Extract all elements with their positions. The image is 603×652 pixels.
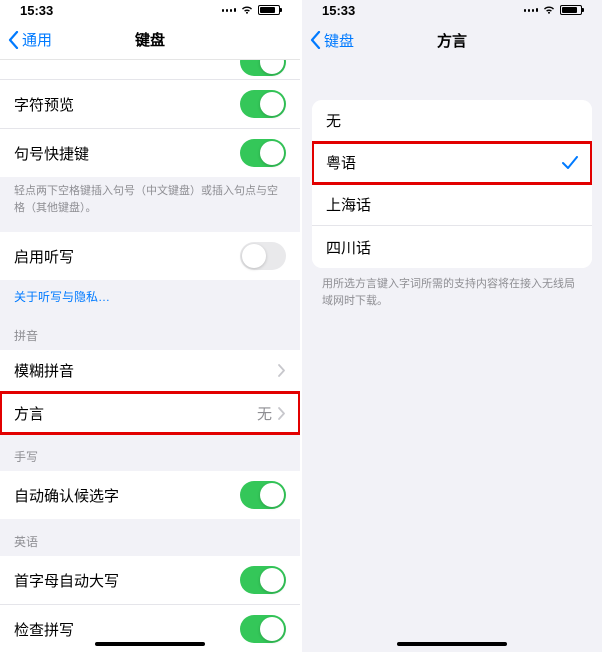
toggle-switch[interactable] [240, 242, 286, 270]
status-icons [222, 5, 280, 15]
row-label: 句号快捷键 [14, 143, 89, 164]
status-time: 15:33 [20, 3, 53, 18]
back-label: 键盘 [324, 30, 354, 51]
home-indicator [95, 642, 205, 646]
row-option-none[interactable]: 无 [312, 100, 592, 142]
right-screen: 15:33 键盘 方言 无 粤语 上海话 四川话 [302, 0, 602, 652]
back-button[interactable]: 通用 [8, 29, 52, 50]
row-label: 四川话 [326, 237, 371, 258]
toggle-switch[interactable] [240, 481, 286, 509]
row-label: 检查拼写 [14, 619, 74, 640]
row-option-sichuan[interactable]: 四川话 [312, 226, 592, 268]
cellular-icon [524, 8, 538, 12]
row-period-shortcut[interactable]: 句号快捷键 [0, 129, 300, 177]
status-bar: 15:33 [0, 0, 300, 20]
group-dictation: 启用听写 [0, 232, 300, 280]
row-label: 上海话 [326, 194, 371, 215]
group-handwriting: 自动确认候选字 [0, 471, 300, 519]
left-screen: 15:33 通用 键盘 字符预览 句号快捷键 轻点两下空格键插入句号（中 [0, 0, 300, 652]
row-dialect[interactable]: 方言 无 [0, 392, 300, 434]
group-english: 首字母自动大写 检查拼写 输入预测 滑行键入时逐词删除 [0, 556, 300, 652]
row-option-cantonese[interactable]: 粤语 [312, 142, 592, 184]
row-accessory [278, 364, 286, 377]
status-time: 15:33 [322, 3, 355, 18]
nav-bar: 键盘 方言 [302, 20, 602, 60]
group-keyboard-options: 字符预览 句号快捷键 [0, 80, 300, 177]
footer-text: 轻点两下空格键插入句号（中文键盘）或插入句点与空格（其他键盘）。 [0, 177, 300, 222]
content: 字符预览 句号快捷键 轻点两下空格键插入句号（中文键盘）或插入句点与空格（其他键… [0, 60, 300, 652]
chevron-left-icon [8, 31, 19, 49]
toggle-switch[interactable] [240, 60, 286, 76]
home-indicator [397, 642, 507, 646]
row-accessory: 无 [257, 403, 286, 424]
row-dictation[interactable]: 启用听写 [0, 232, 300, 280]
row-label: 自动确认候选字 [14, 485, 119, 506]
toggle-switch[interactable] [240, 139, 286, 167]
row-auto-cap[interactable]: 首字母自动大写 [0, 556, 300, 605]
row-label: 首字母自动大写 [14, 570, 119, 591]
check-icon [562, 156, 578, 170]
row-label: 字符预览 [14, 94, 74, 115]
partial-row [0, 60, 300, 80]
toggle-switch[interactable] [240, 90, 286, 118]
back-label: 通用 [22, 29, 52, 50]
battery-icon [258, 5, 280, 15]
section-header-pinyin: 拼音 [0, 313, 300, 350]
cellular-icon [222, 8, 236, 12]
wifi-icon [240, 5, 254, 15]
row-label: 方言 [14, 403, 44, 424]
row-label: 无 [326, 110, 341, 131]
status-icons [524, 5, 582, 15]
section-header-english: 英语 [0, 519, 300, 556]
status-bar: 15:33 [302, 0, 602, 20]
content: 无 粤语 上海话 四川话 用所选方言键入字词所需的支持内容将在接入无线局域网时下… [302, 60, 602, 317]
group-dialect-options: 无 粤语 上海话 四川话 [312, 100, 592, 268]
row-option-shanghainese[interactable]: 上海话 [312, 184, 592, 226]
group-pinyin: 模糊拼音 方言 无 [0, 350, 300, 434]
toggle-switch[interactable] [240, 615, 286, 643]
wifi-icon [542, 5, 556, 15]
row-fuzzy-pinyin[interactable]: 模糊拼音 [0, 350, 300, 392]
detail-value: 无 [257, 403, 272, 424]
toggle-switch[interactable] [240, 566, 286, 594]
chevron-right-icon [278, 364, 286, 377]
row-char-preview[interactable]: 字符预览 [0, 80, 300, 129]
row-label: 启用听写 [14, 246, 74, 267]
back-button[interactable]: 键盘 [310, 30, 354, 51]
dictation-privacy-link[interactable]: 关于听写与隐私… [0, 280, 300, 313]
nav-bar: 通用 键盘 [0, 20, 300, 60]
row-label: 模糊拼音 [14, 360, 74, 381]
footer-text: 用所选方言键入字词所需的支持内容将在接入无线局域网时下载。 [302, 268, 602, 317]
chevron-right-icon [278, 407, 286, 420]
chevron-left-icon [310, 31, 321, 49]
row-label: 粤语 [326, 152, 356, 173]
section-header-handwriting: 手写 [0, 434, 300, 471]
battery-icon [560, 5, 582, 15]
row-auto-confirm[interactable]: 自动确认候选字 [0, 471, 300, 519]
